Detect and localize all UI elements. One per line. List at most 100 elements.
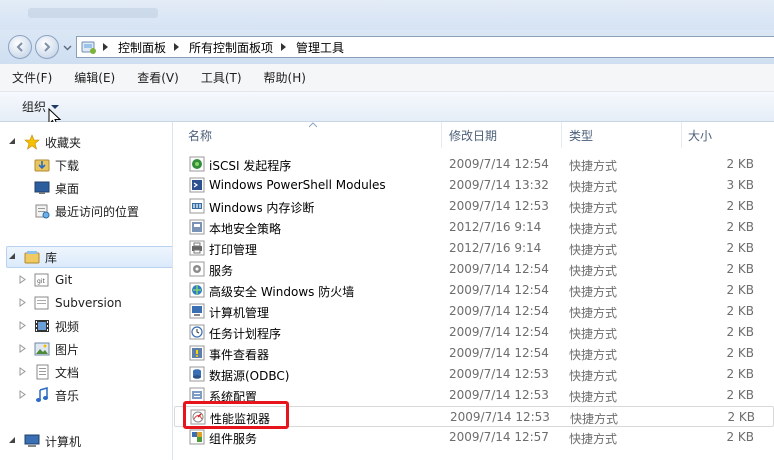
file-date: 2009/7/14 12:53 xyxy=(450,410,550,424)
file-size: 2 KB xyxy=(726,220,754,234)
nav-favorites[interactable]: 收藏夹 xyxy=(9,131,81,153)
file-type: 快捷方式 xyxy=(569,369,618,383)
collapsed-arrow-icon[interactable] xyxy=(18,390,27,399)
file-type: 快捷方式 xyxy=(569,264,618,278)
nav-item-recent-places[interactable]: 最近访问的位置 xyxy=(34,200,139,222)
breadcrumb-label: 所有控制面板项 xyxy=(189,40,274,55)
nav-label: 图片 xyxy=(55,342,80,357)
nav-label: Subversion xyxy=(55,296,122,310)
nav-label: 计算机 xyxy=(45,434,82,449)
breadcrumb-all-items[interactable]: 所有控制面板项 xyxy=(189,39,296,56)
file-row-print-management[interactable]: 打印管理 2012/7/16 9:14 快捷方式 2 KB xyxy=(174,238,774,259)
breadcrumb-separator[interactable] xyxy=(174,43,180,51)
collapsed-arrow-icon[interactable] xyxy=(18,367,27,376)
file-name: 计算机管理 xyxy=(209,306,270,320)
printer-icon xyxy=(189,240,205,256)
column-divider[interactable] xyxy=(441,122,442,148)
file-name: 打印管理 xyxy=(209,243,258,257)
database-icon xyxy=(189,366,205,382)
file-row-odbc[interactable]: 数据源(ODBC) 2009/7/14 12:53 快捷方式 2 KB xyxy=(174,364,774,385)
file-row-memory-diagnostic[interactable]: Windows 内存诊断 2009/7/14 12:53 快捷方式 2 KB xyxy=(174,196,774,217)
file-date: 2012/7/16 9:14 xyxy=(449,220,542,234)
nav-item-documents[interactable]: 文档 xyxy=(19,361,79,383)
nav-item-videos[interactable]: 视频 xyxy=(19,315,79,337)
back-button[interactable] xyxy=(8,35,32,59)
nav-label: 音乐 xyxy=(55,388,80,403)
column-divider[interactable] xyxy=(561,122,562,148)
nav-library[interactable]: 库 xyxy=(9,246,58,268)
file-type: 快捷方式 xyxy=(569,201,618,215)
nav-label: 库 xyxy=(45,250,58,265)
file-size: 2 KB xyxy=(727,410,755,424)
nav-computer[interactable]: 计算机 xyxy=(9,430,82,452)
file-date: 2009/7/14 12:54 xyxy=(449,346,549,360)
file-name: 组件服务 xyxy=(209,432,258,446)
file-row-local-security-policy[interactable]: 本地安全策略 2012/7/16 9:14 快捷方式 2 KB xyxy=(174,217,774,238)
library-icon xyxy=(24,251,40,264)
column-label: 类型 xyxy=(569,128,594,143)
file-row-event-viewer[interactable]: 事件查看器 2009/7/14 12:54 快捷方式 2 KB xyxy=(174,343,774,364)
file-row-component-services[interactable]: 组件服务 2009/7/14 12:57 快捷方式 2 KB xyxy=(174,427,774,448)
file-row-task-scheduler[interactable]: 任务计划程序 2009/7/14 12:54 快捷方式 2 KB xyxy=(174,322,774,343)
breadcrumb-admin-tools[interactable]: 管理工具 xyxy=(296,39,344,56)
menu-file[interactable]: 文件(F) xyxy=(8,67,56,88)
collapsed-arrow-icon[interactable] xyxy=(18,275,27,284)
nav-item-subversion[interactable]: Subversion xyxy=(19,292,122,314)
video-library-icon xyxy=(35,320,49,332)
file-type: 快捷方式 xyxy=(569,390,618,404)
file-size: 2 KB xyxy=(726,346,754,360)
menu-help[interactable]: 帮助(H) xyxy=(260,67,310,88)
file-name: 数据源(ODBC) xyxy=(209,369,290,383)
file-row-powershell[interactable]: Windows PowerShell Modules 2009/7/14 13:… xyxy=(174,175,774,196)
file-size: 2 KB xyxy=(726,157,754,171)
file-date: 2009/7/14 12:54 xyxy=(449,157,549,171)
collapsed-arrow-icon[interactable] xyxy=(18,321,27,330)
breadcrumb-separator[interactable] xyxy=(281,43,287,51)
nav-item-pictures[interactable]: 图片 xyxy=(19,338,80,360)
file-row-computer-management[interactable]: 计算机管理 2009/7/14 12:54 快捷方式 2 KB xyxy=(174,301,774,322)
file-size: 3 KB xyxy=(726,178,754,192)
star-icon xyxy=(24,134,40,150)
history-dropdown-icon[interactable] xyxy=(63,43,72,52)
column-header-name[interactable]: 名称 xyxy=(188,122,212,148)
document-library-icon xyxy=(36,364,49,380)
file-type: 快捷方式 xyxy=(569,327,618,341)
expand-arrow-icon[interactable] xyxy=(8,436,17,445)
file-type: 快捷方式 xyxy=(570,412,619,426)
file-date: 2009/7/14 12:53 xyxy=(449,367,549,381)
forward-button[interactable] xyxy=(35,35,59,59)
file-size: 2 KB xyxy=(726,304,754,318)
file-row-services[interactable]: 服务 2009/7/14 12:54 快捷方式 2 KB xyxy=(174,259,774,280)
nav-item-desktop[interactable]: 桌面 xyxy=(34,177,79,199)
menu-tools[interactable]: 工具(T) xyxy=(197,67,246,88)
column-header-date[interactable]: 修改日期 xyxy=(449,122,497,148)
expand-arrow-icon[interactable] xyxy=(8,137,17,146)
address-input[interactable]: 控制面板 所有控制面板项 管理工具 xyxy=(76,36,774,58)
column-header-size[interactable]: 大小 xyxy=(688,122,712,148)
menu-view[interactable]: 查看(V) xyxy=(133,67,183,88)
nav-item-git[interactable]: git Git xyxy=(19,269,72,291)
file-date: 2009/7/14 12:53 xyxy=(449,199,549,213)
file-row-firewall[interactable]: 高级安全 Windows 防火墙 2009/7/14 12:54 快捷方式 2 … xyxy=(174,280,774,301)
expand-arrow-icon[interactable] xyxy=(8,252,17,261)
breadcrumb-control-panel[interactable]: 控制面板 xyxy=(118,39,189,56)
menu-edit[interactable]: 编辑(E) xyxy=(70,67,119,88)
file-type: 快捷方式 xyxy=(569,432,618,446)
collapsed-arrow-icon[interactable] xyxy=(18,298,27,307)
file-size: 2 KB xyxy=(726,241,754,255)
nav-item-music[interactable]: 音乐 xyxy=(19,384,80,406)
services-gear-icon xyxy=(189,261,205,277)
collapsed-arrow-icon[interactable] xyxy=(18,344,27,353)
file-row-iscsi[interactable]: iSCSI 发起程序 2009/7/14 12:54 快捷方式 2 KB xyxy=(174,154,774,175)
component-services-icon xyxy=(189,429,205,445)
column-divider[interactable] xyxy=(681,122,682,148)
control-panel-icon xyxy=(81,41,96,54)
file-name: 高级安全 Windows 防火墙 xyxy=(209,285,355,299)
column-header-type[interactable]: 类型 xyxy=(569,122,593,148)
nav-label: 最近访问的位置 xyxy=(55,204,140,219)
breadcrumb-separator[interactable] xyxy=(103,43,108,51)
nav-item-downloads[interactable]: 下载 xyxy=(34,154,79,176)
file-date: 2009/7/14 12:57 xyxy=(449,430,549,444)
organize-label: 组织 xyxy=(22,100,47,114)
music-library-icon xyxy=(36,387,48,402)
